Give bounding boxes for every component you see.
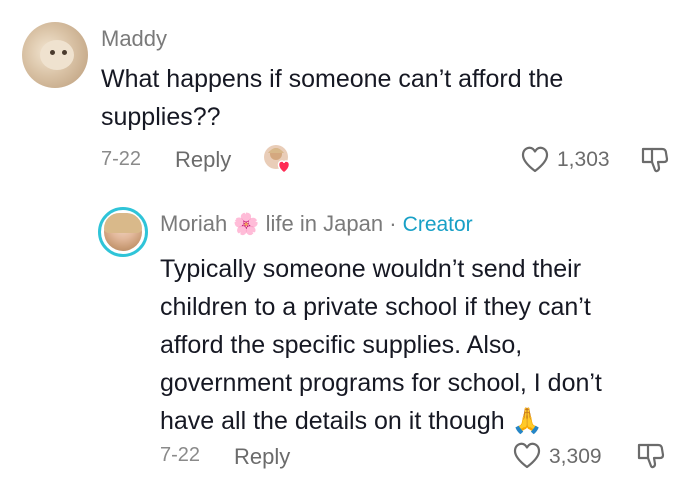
like-count: 1,303 <box>557 148 610 171</box>
comment-text: What happens if someone can’t afford the… <box>101 60 563 136</box>
heart-icon <box>513 442 541 469</box>
dislike-icon <box>641 147 669 173</box>
username-prefix: Moriah <box>160 211 228 236</box>
heart-icon <box>521 146 549 173</box>
dislike-button[interactable] <box>636 441 666 476</box>
like-count: 3,309 <box>549 445 602 468</box>
dislike-button[interactable] <box>640 145 670 180</box>
reply-username[interactable]: Moriah 🌸 life in Japan · Creator <box>160 211 473 237</box>
reply-date: 7-22 <box>160 444 201 466</box>
dislike-icon <box>637 443 665 469</box>
creator-liked-indicator <box>262 143 296 177</box>
comment-line: Typically someone wouldn’t send their <box>160 255 582 283</box>
cherry-blossom-icon: 🌸 <box>233 213 260 236</box>
avatar-eye <box>62 50 67 55</box>
comment-line: have all the details on it though <box>160 407 505 435</box>
comment-line-last: have all the details on it though 🙏 <box>160 402 602 440</box>
comment-line: afford the specific supplies. Also, <box>160 331 523 359</box>
avatar-hair <box>104 213 142 233</box>
like-button[interactable] <box>512 441 542 474</box>
creator-badge: Creator <box>402 213 473 236</box>
reply-text: Typically someone wouldn’t send their ch… <box>160 250 602 440</box>
reply-button[interactable]: Reply <box>234 444 290 470</box>
reply-button[interactable]: Reply <box>175 147 231 173</box>
username-suffix: life in Japan <box>265 211 384 236</box>
avatar[interactable] <box>98 207 148 257</box>
avatar-face <box>40 40 74 70</box>
avatar-eye <box>50 50 55 55</box>
comment-line: What happens if someone can’t afford the <box>101 65 564 93</box>
praying-hands-icon: 🙏 <box>511 407 543 435</box>
creator-liked-icon <box>264 145 291 174</box>
avatar[interactable] <box>22 22 88 88</box>
comment-username[interactable]: Maddy <box>101 26 167 52</box>
comment-line: children to a private school if they can… <box>160 293 591 321</box>
comment-line: supplies?? <box>101 103 221 131</box>
like-button[interactable] <box>520 145 550 178</box>
comment-date: 7-22 <box>101 148 142 170</box>
username-separator: · <box>389 211 397 236</box>
comment-line: government programs for school, I don’t <box>160 369 602 397</box>
